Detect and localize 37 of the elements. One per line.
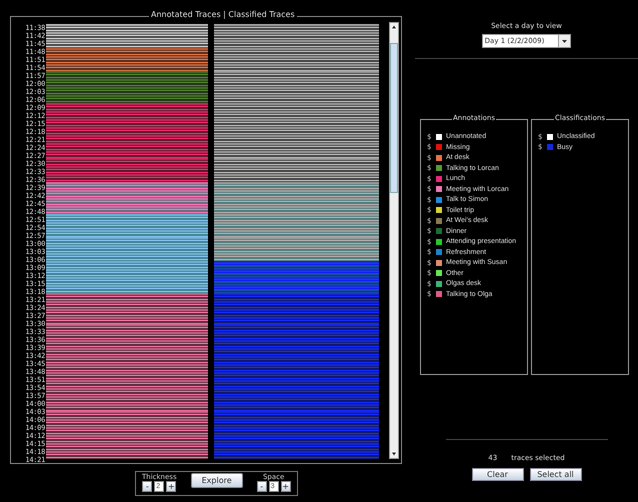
classified-trace[interactable]	[214, 103, 379, 111]
annotated-trace[interactable]	[46, 324, 208, 332]
annotated-trace[interactable]	[46, 419, 208, 428]
annotated-trace[interactable]	[46, 158, 208, 166]
increment-button[interactable]: +	[280, 481, 291, 492]
classified-trace[interactable]	[214, 158, 379, 166]
panel-title: Annotated Traces | Classified Traces	[149, 10, 297, 19]
explore-button[interactable]: Explore	[190, 473, 243, 488]
increment-button[interactable]: +	[166, 481, 176, 492]
scroll-up-icon[interactable]	[390, 23, 398, 31]
clear-button[interactable]: Clear	[472, 468, 524, 481]
classified-trace[interactable]	[214, 166, 379, 174]
annotated-trace[interactable]	[46, 443, 208, 451]
annotated-trace[interactable]	[46, 174, 208, 182]
scroll-thumb[interactable]	[390, 43, 398, 193]
annotated-trace[interactable]	[46, 356, 208, 364]
classified-trace[interactable]	[214, 253, 379, 262]
annotated-trace[interactable]	[46, 95, 208, 104]
annotated-trace[interactable]	[46, 435, 208, 444]
classified-trace[interactable]	[214, 87, 379, 96]
classified-trace[interactable]	[214, 79, 379, 88]
annotated-trace[interactable]	[46, 103, 208, 111]
decrement-button[interactable]: -	[142, 481, 152, 492]
annotated-trace[interactable]	[46, 348, 208, 356]
scroll-down-icon[interactable]	[390, 450, 398, 458]
classified-trace[interactable]	[214, 24, 379, 32]
decrement-button[interactable]: -	[256, 481, 267, 492]
classified-trace[interactable]	[214, 71, 379, 80]
annotated-trace[interactable]	[46, 427, 208, 436]
annotated-trace[interactable]	[46, 340, 208, 348]
annotated-trace[interactable]	[46, 411, 208, 420]
classified-trace[interactable]	[214, 95, 379, 104]
annotated-trace[interactable]	[46, 166, 208, 174]
annotated-trace[interactable]	[46, 332, 208, 340]
select-all-button[interactable]: Select all	[530, 468, 582, 481]
classified-trace[interactable]	[214, 174, 379, 182]
annotated-trace[interactable]	[46, 24, 208, 32]
